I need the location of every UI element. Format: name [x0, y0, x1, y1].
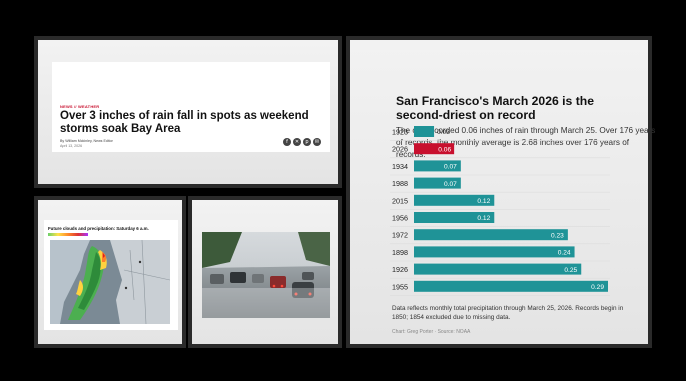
- rainy-freeway-photo: [202, 232, 330, 318]
- category-label: 1972: [392, 231, 408, 240]
- precipitation-legend: [48, 233, 88, 236]
- article-card: NEWS // WEATHER Over 3 inches of rain fa…: [52, 62, 330, 152]
- article-date: April 13, 2026: [60, 144, 83, 148]
- category-label: 2026: [392, 145, 408, 154]
- article-kicker: NEWS // WEATHER: [60, 104, 100, 109]
- category-label: 1956: [392, 214, 408, 223]
- bar-chart: 1923 0.03 2026 0.06 1934 0.07 1988 0.07 2015 0.12…: [390, 126, 610, 296]
- value-label: 0.12: [477, 215, 490, 222]
- radar-panel: Future clouds and precipitation: Saturda…: [34, 196, 186, 348]
- value-label: 0.03: [437, 129, 450, 136]
- value-label: 0.07: [444, 181, 457, 188]
- chart-note: Data reflects monthly total precipitatio…: [392, 305, 624, 321]
- value-label: 0.23: [551, 232, 564, 239]
- value-label: 0.07: [444, 164, 457, 171]
- radar-card: Future clouds and precipitation: Saturda…: [44, 220, 178, 330]
- article-panel: NEWS // WEATHER Over 3 inches of rain fa…: [34, 36, 342, 188]
- bar: [414, 126, 435, 137]
- bar: [414, 246, 575, 258]
- x-icon[interactable]: ✕: [293, 138, 301, 146]
- facebook-icon[interactable]: f: [283, 138, 291, 146]
- chart-credit: Chart: Greg Porter · Source: NOAA: [392, 329, 471, 335]
- share-icons: f ✕ p ✉: [283, 138, 321, 146]
- category-label: 1934: [392, 162, 408, 171]
- article-byline: By William Mckinley, News Editor: [60, 139, 113, 143]
- radar-map-image: [50, 240, 170, 324]
- value-label: 0.24: [558, 250, 571, 257]
- bar: [414, 229, 568, 241]
- value-label: 0.12: [477, 198, 490, 205]
- email-icon[interactable]: ✉: [313, 138, 321, 146]
- category-label: 1923: [392, 128, 408, 137]
- category-label: 1955: [392, 282, 408, 291]
- pinterest-icon[interactable]: p: [303, 138, 311, 146]
- article-headline[interactable]: Over 3 inches of rain fall in spots as w…: [60, 110, 330, 136]
- value-label: 0.25: [564, 267, 577, 274]
- chart-title: San Francisco's March 2026 is the second…: [396, 94, 594, 122]
- category-label: 2015: [392, 196, 408, 205]
- category-label: 1988: [392, 179, 408, 188]
- category-label: 1926: [392, 265, 408, 274]
- value-label: 0.06: [438, 146, 451, 153]
- category-label: 1898: [392, 248, 408, 257]
- bar: [414, 263, 582, 275]
- bar: [414, 280, 608, 292]
- value-label: 0.29: [591, 284, 604, 291]
- radar-title: Future clouds and precipitation: Saturda…: [48, 226, 149, 231]
